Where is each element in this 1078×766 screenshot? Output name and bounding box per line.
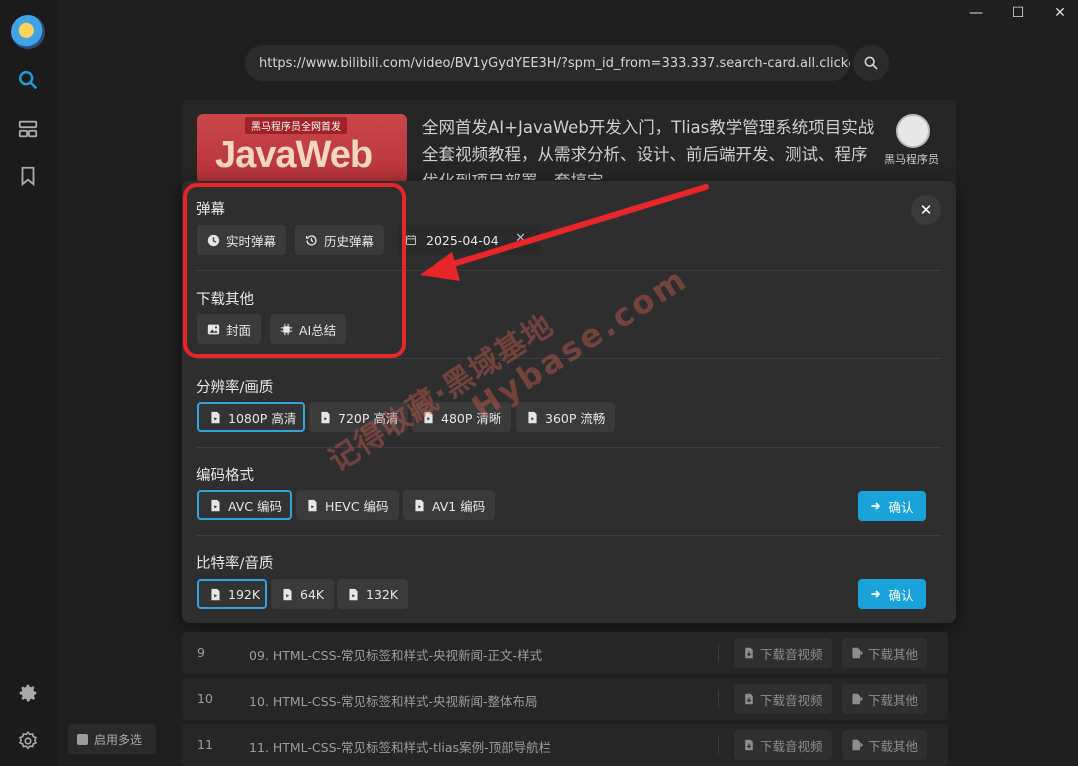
file-download-icon	[745, 693, 753, 705]
episode-title: 10. HTML-CSS-常见标签和样式-央视新闻-整体布局	[249, 694, 538, 709]
list-item[interactable]: 10 10. HTML-CSS-常见标签和样式-央视新闻-整体布局 下载音视频 …	[182, 678, 948, 720]
download-av-button[interactable]: 下载音视频	[734, 684, 832, 714]
resolution-label: 360P 流畅	[545, 410, 606, 426]
gear-icon[interactable]	[14, 679, 42, 707]
download-av-label: 下载音视频	[760, 646, 823, 662]
file-video-icon	[528, 411, 537, 423]
arrow-right-icon	[871, 502, 881, 510]
thumbnail-tag: 黑马程序员全网首发	[245, 117, 347, 134]
confirm-label: 确认	[888, 587, 914, 603]
thumbnail-text: JavaWeb	[215, 134, 373, 176]
divider	[718, 690, 719, 708]
episode-number: 10	[197, 691, 213, 706]
codec-option-hevc[interactable]: HEVC 编码	[296, 490, 399, 520]
bitrate-label: 192K	[228, 586, 261, 602]
divider	[718, 644, 719, 662]
download-other-button[interactable]: 下载其他	[842, 684, 928, 714]
uploader-avatar[interactable]	[896, 114, 930, 148]
file-video-icon	[321, 411, 330, 423]
annotation-highlight-box	[183, 183, 406, 358]
download-av-button[interactable]: 下载音视频	[734, 638, 832, 668]
resolution-section-title: 分辨率/画质	[196, 380, 274, 396]
codec-label: HEVC 编码	[325, 498, 389, 514]
video-title: 全网首发AI+JavaWeb开发入门，Tlias教学管理系统项目实战全套视频教程…	[422, 118, 875, 180]
file-video-icon	[211, 499, 220, 511]
download-other-label: 下载其他	[868, 738, 919, 754]
file-video-icon	[211, 411, 220, 423]
download-other-button[interactable]: 下载其他	[842, 730, 928, 760]
episode-number: 11	[197, 737, 213, 752]
danmaku-date-value: 2025-04-04	[426, 232, 499, 248]
search-icon[interactable]	[14, 66, 42, 94]
bitrate-option-192k[interactable]: 192K	[197, 579, 267, 609]
list-item[interactable]: 9 09. HTML-CSS-常见标签和样式-央视新闻-正文-样式 下载音视频 …	[182, 632, 948, 674]
list-icon[interactable]	[14, 115, 42, 143]
download-other-label: 下载其他	[868, 646, 919, 662]
checkbox-icon	[77, 733, 88, 745]
file-audio-icon	[211, 588, 220, 600]
file-export-icon	[852, 693, 863, 705]
bitrate-option-132k[interactable]: 132K	[337, 579, 409, 609]
resolution-label: 1080P 高清	[228, 410, 297, 426]
codec-option-avc[interactable]: AVC 编码	[197, 490, 292, 520]
sidebar	[0, 0, 57, 766]
codec-label: AV1 编码	[432, 498, 486, 514]
codec-confirm-button[interactable]: 确认	[858, 491, 926, 521]
episode-title: 11. HTML-CSS-常见标签和样式-tlias案例-顶部导航栏	[249, 740, 552, 755]
download-av-button[interactable]: 下载音视频	[734, 730, 832, 760]
resolution-option-1080p[interactable]: 1080P 高清	[197, 402, 305, 432]
url-input[interactable]: https://www.bilibili.com/video/BV1yGydYE…	[245, 45, 850, 81]
minimize-button[interactable]: —	[958, 2, 994, 24]
episode-number: 9	[197, 645, 205, 660]
bitrate-confirm-button[interactable]: 确认	[858, 579, 926, 609]
arrow-right-icon	[871, 590, 881, 598]
close-window-button[interactable]: ✕	[1042, 2, 1078, 24]
confirm-label: 确认	[888, 499, 914, 515]
codec-label: AVC 编码	[228, 498, 283, 514]
multi-select-label: 启用多选	[94, 732, 143, 747]
file-download-icon	[745, 647, 753, 659]
video-thumbnail: 黑马程序员全网首发 JavaWeb	[197, 114, 407, 184]
download-other-label: 下载其他	[868, 692, 919, 708]
multi-select-checkbox[interactable]: 启用多选	[68, 724, 156, 754]
codec-option-av1[interactable]: AV1 编码	[403, 490, 496, 520]
divider	[718, 736, 719, 754]
divider	[196, 535, 941, 536]
file-export-icon	[852, 647, 863, 659]
bitrate-label: 132K	[366, 586, 399, 602]
divider	[196, 447, 941, 448]
file-export-icon	[852, 739, 863, 751]
search-button[interactable]	[853, 45, 889, 81]
file-audio-icon	[349, 588, 358, 600]
maximize-button[interactable]: ☐	[1000, 2, 1036, 24]
settings-icon[interactable]	[14, 727, 42, 755]
file-audio-icon	[283, 588, 292, 600]
app-logo	[11, 15, 45, 49]
danmaku-date-picker[interactable]: 2025-04-04 ✕	[397, 225, 540, 255]
search-icon	[864, 56, 878, 70]
bookmark-icon[interactable]	[14, 162, 42, 190]
clear-date-icon[interactable]: ✕	[515, 231, 526, 246]
download-av-label: 下载音视频	[760, 738, 823, 754]
file-download-icon	[745, 739, 753, 751]
close-panel-button[interactable]: ✕	[911, 195, 941, 225]
bitrate-label: 64K	[300, 586, 325, 602]
file-video-icon	[308, 499, 317, 511]
codec-section-title: 编码格式	[196, 468, 254, 484]
download-av-label: 下载音视频	[760, 692, 823, 708]
bitrate-section-title: 比特率/音质	[196, 556, 274, 572]
calendar-icon	[405, 235, 417, 246]
resolution-option-360p[interactable]: 360P 流畅	[516, 402, 616, 432]
file-video-icon	[415, 499, 424, 511]
episode-title: 09. HTML-CSS-常见标签和样式-央视新闻-正文-样式	[249, 648, 543, 663]
list-item[interactable]: 11 11. HTML-CSS-常见标签和样式-tlias案例-顶部导航栏 下载…	[182, 724, 948, 766]
uploader-name[interactable]: 黑马程序员	[884, 151, 939, 167]
bitrate-option-64k[interactable]: 64K	[271, 579, 335, 609]
download-other-button[interactable]: 下载其他	[842, 638, 928, 668]
